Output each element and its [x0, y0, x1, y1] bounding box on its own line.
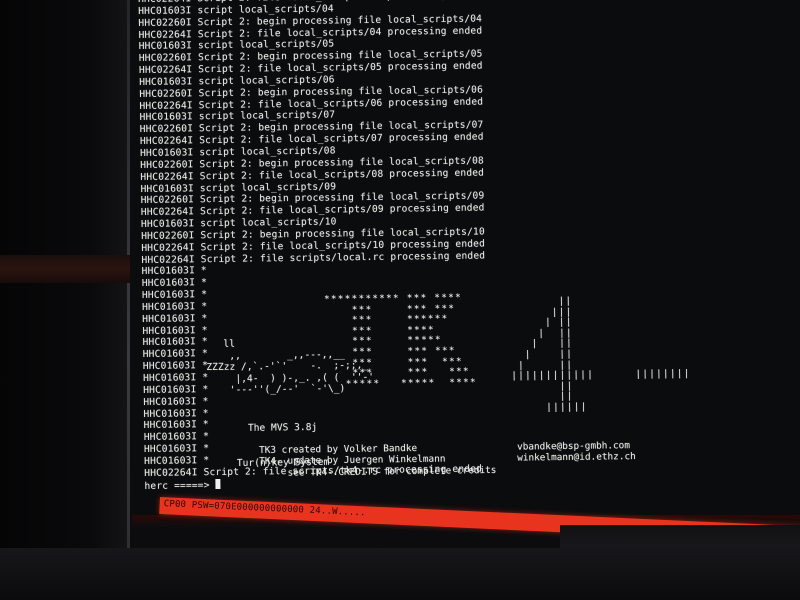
hercules-console-screen: HHC02264I Script 2: file local_scripts/0…: [132, 0, 800, 520]
monitor-bezel-left: [0, 0, 130, 600]
credits-email: winkelmann@id.ethz.ch: [517, 451, 636, 465]
background-object: [0, 255, 130, 283]
ascii-tk4-logo: || ||| | || | || | || | || | || ||||||||…: [461, 295, 691, 414]
ascii-tk-logo-left: *********** *** **** *** *** *** *** ***…: [323, 292, 477, 390]
mvs-version-line: The MVS 3.8j: [247, 422, 318, 435]
credits-block: TK3 created by Volker Bandke vbandke@bsp-…: [259, 440, 636, 479]
monitor-bezel-bottom: [0, 548, 800, 600]
text-cursor: [215, 478, 221, 489]
bezel-edge: [127, 0, 130, 600]
prompt-label: herc =====>: [144, 479, 210, 492]
